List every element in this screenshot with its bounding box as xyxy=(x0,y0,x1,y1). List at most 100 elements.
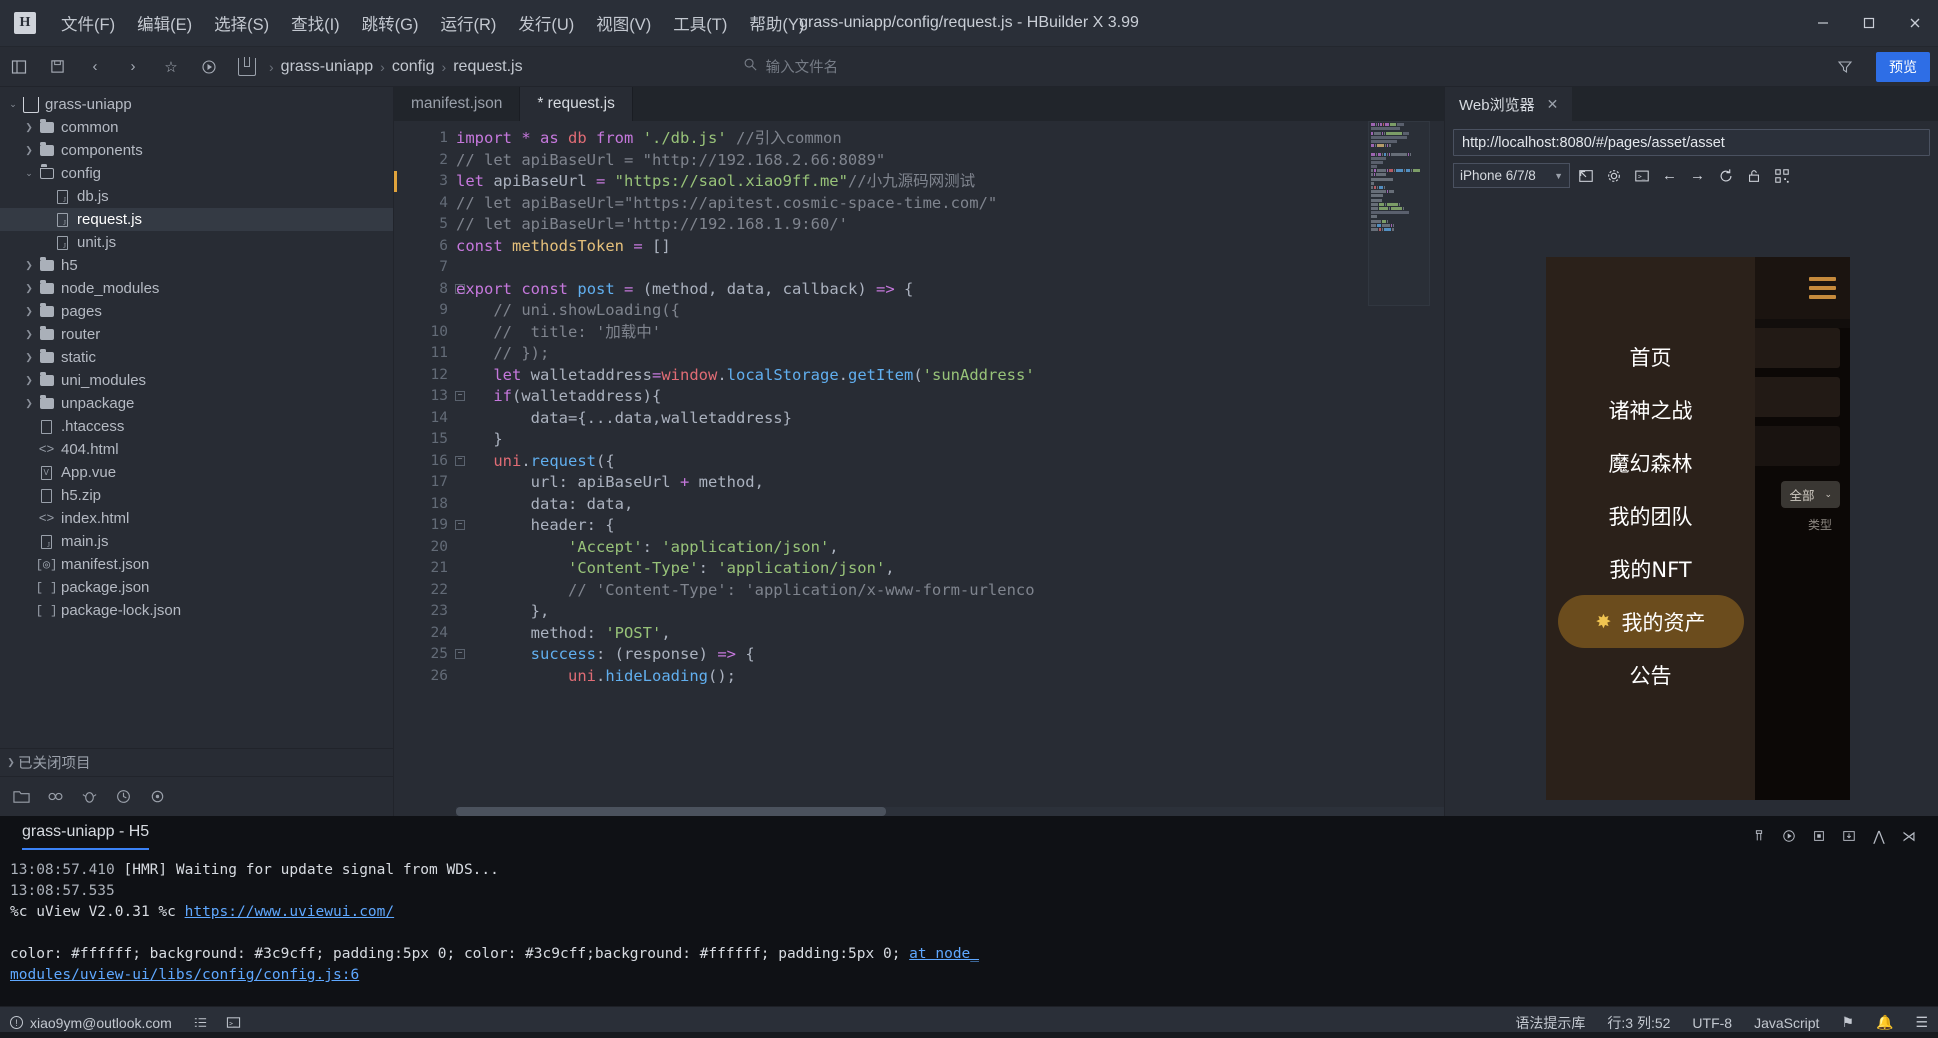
bell-icon[interactable]: 🔔 xyxy=(1876,1014,1893,1031)
filter-icon[interactable] xyxy=(1829,52,1861,82)
chevron-right-icon[interactable]: ❯ xyxy=(22,352,36,363)
drawer-item-4[interactable]: 我的NFT xyxy=(1558,542,1744,595)
chevron-right-icon[interactable]: ❯ xyxy=(22,283,36,294)
tree-item-router[interactable]: ❯router xyxy=(0,323,393,346)
file-language[interactable]: JavaScript xyxy=(1754,1015,1819,1031)
collapse-icon[interactable]: ⋀ xyxy=(1866,823,1892,849)
chevron-right-icon[interactable]: ❯ xyxy=(22,145,36,156)
chevron-right-icon[interactable]: ❯ xyxy=(22,122,36,133)
tree-item-h5-zip[interactable]: ❯h5.zip xyxy=(0,484,393,507)
menu-item-4[interactable]: 跳转(G) xyxy=(351,7,430,39)
reload-icon[interactable] xyxy=(1713,163,1738,188)
menu-item-1[interactable]: 编辑(E) xyxy=(126,7,203,39)
device-selector[interactable]: iPhone 6/7/8 ▼ xyxy=(1453,163,1570,188)
star-icon[interactable]: ☆ xyxy=(155,52,187,82)
tree-item-static[interactable]: ❯static xyxy=(0,346,393,369)
close-all-icon[interactable]: ⋊ xyxy=(1896,823,1922,849)
tree-item-index-html[interactable]: ❯<>index.html xyxy=(0,507,393,530)
flag-icon[interactable]: ⚑ xyxy=(1841,1014,1854,1031)
drawer-item-6[interactable]: 公告 xyxy=(1558,648,1744,701)
tree-item--htaccess[interactable]: ❯.htaccess xyxy=(0,415,393,438)
project-manager-icon[interactable] xyxy=(8,784,34,810)
chevron-down-icon[interactable]: ⌄ xyxy=(22,168,36,179)
cursor-position[interactable]: 行:3 列:52 xyxy=(1607,1013,1670,1033)
menu-item-6[interactable]: 发行(U) xyxy=(507,7,585,39)
close-icon[interactable]: ✕ xyxy=(1547,96,1559,113)
tree-item-app-vue[interactable]: ❯App.vue xyxy=(0,461,393,484)
tree-item-common[interactable]: ❯common xyxy=(0,116,393,139)
tree-item-node-modules[interactable]: ❯node_modules xyxy=(0,277,393,300)
tree-item-manifest-json[interactable]: ❯[◎]manifest.json xyxy=(0,553,393,576)
stop-icon[interactable] xyxy=(1806,823,1832,849)
tree-item-db-js[interactable]: ❯db.js xyxy=(0,185,393,208)
chevron-right-icon[interactable]: ❯ xyxy=(22,398,36,409)
menu-item-8[interactable]: 工具(T) xyxy=(662,7,738,39)
drawer-item-0[interactable]: 首页 xyxy=(1558,330,1744,383)
console-output[interactable]: 13:08:57.410 [HMR] Waiting for update si… xyxy=(0,856,1938,1006)
preview-button[interactable]: 预览 xyxy=(1876,52,1930,82)
breadcrumb-item-folder[interactable]: config xyxy=(392,58,435,76)
tree-item-unpackage[interactable]: ❯unpackage xyxy=(0,392,393,415)
history-icon[interactable] xyxy=(110,784,136,810)
tree-item-h5[interactable]: ❯h5 xyxy=(0,254,393,277)
code-editor[interactable]: 1234567891011121314151617181920212223242… xyxy=(394,121,1444,816)
console-link[interactable]: modules/uview-ui/libs/config/config.js:6 xyxy=(10,967,359,983)
editor-horizontal-scrollbar[interactable] xyxy=(456,807,1444,816)
popout-icon[interactable] xyxy=(1573,163,1598,188)
tree-item-uni-modules[interactable]: ❯uni_modules xyxy=(0,369,393,392)
chevron-right-icon[interactable]: ❯ xyxy=(22,260,36,271)
menu-item-0[interactable]: 文件(F) xyxy=(50,7,126,39)
drawer-item-2[interactable]: 魔幻森林 xyxy=(1558,436,1744,489)
tree-item-pages[interactable]: ❯pages xyxy=(0,300,393,323)
chevron-right-icon[interactable]: ❯ xyxy=(22,375,36,386)
tree-item-package-json[interactable]: ❯[ ]package.json xyxy=(0,576,393,599)
console-tab[interactable]: grass-uniapp - H5 xyxy=(22,823,149,850)
chevron-down-icon[interactable]: ⌄ xyxy=(6,99,20,110)
tree-item-components[interactable]: ❯components xyxy=(0,139,393,162)
closed-projects-row[interactable]: ❯ 已关闭项目 xyxy=(0,748,393,776)
console-link[interactable]: at node_ xyxy=(909,946,979,962)
syntax-hint-library[interactable]: 语法提示库 xyxy=(1515,1013,1585,1033)
menu-item-7[interactable]: 视图(V) xyxy=(585,7,662,39)
editor-tabs[interactable]: manifest.json* request.js xyxy=(394,87,1444,121)
scrollbar-thumb[interactable] xyxy=(456,807,886,816)
sidebar-toggle-icon[interactable] xyxy=(3,52,35,82)
tab-web-browser[interactable]: Web浏览器 ✕ xyxy=(1445,87,1572,121)
forward-icon[interactable]: → xyxy=(1685,163,1710,188)
close-button[interactable] xyxy=(1892,0,1938,47)
editor-tab-1[interactable]: * request.js xyxy=(520,87,633,121)
drawer-item-1[interactable]: 诸神之战 xyxy=(1558,383,1744,436)
hamburger-icon[interactable] xyxy=(1809,277,1836,299)
debug-icon[interactable] xyxy=(42,784,68,810)
tree-item-package-lock-json[interactable]: ❯[ ]package-lock.json xyxy=(0,599,393,622)
back-icon[interactable]: ← xyxy=(1657,163,1682,188)
qrcode-icon[interactable] xyxy=(1769,163,1794,188)
file-search[interactable]: 输入文件名 xyxy=(743,56,839,77)
tree-item-404-html[interactable]: ❯<>404.html xyxy=(0,438,393,461)
tree-item-config[interactable]: ⌄config xyxy=(0,162,393,185)
asset-filter-dropdown[interactable]: 全部 ⌄ xyxy=(1781,481,1840,508)
clear-icon[interactable] xyxy=(1746,823,1772,849)
code-minimap[interactable] xyxy=(1368,121,1430,306)
editor-tab-0[interactable]: manifest.json xyxy=(394,87,520,121)
bug-icon[interactable] xyxy=(76,784,102,810)
drawer-item-3[interactable]: 我的团队 xyxy=(1558,489,1744,542)
minimize-button[interactable] xyxy=(1800,0,1846,47)
settings-icon[interactable] xyxy=(1601,163,1626,188)
tree-item-grass-uniapp[interactable]: ⌄grass-uniapp xyxy=(0,93,393,116)
breadcrumb-item-project[interactable]: grass-uniapp xyxy=(281,58,374,76)
breadcrumb-item-file[interactable]: request.js xyxy=(453,58,522,76)
tree-item-main-js[interactable]: ❯main.js xyxy=(0,530,393,553)
export-icon[interactable] xyxy=(1836,823,1862,849)
code-content[interactable]: import * as db from './db.js' //引入common… xyxy=(456,121,1444,816)
account-status[interactable]: ! xiao9ym@outlook.com xyxy=(10,1015,172,1031)
save-icon[interactable] xyxy=(41,52,73,82)
menu-item-9[interactable]: 帮助(Y) xyxy=(738,7,815,39)
url-input[interactable] xyxy=(1453,129,1930,156)
chevron-right-icon[interactable]: ❯ xyxy=(22,329,36,340)
menu-item-2[interactable]: 选择(S) xyxy=(203,7,280,39)
menu-item-5[interactable]: 运行(R) xyxy=(429,7,507,39)
lock-icon[interactable] xyxy=(1741,163,1766,188)
maximize-button[interactable] xyxy=(1846,0,1892,47)
run-icon[interactable] xyxy=(193,52,225,82)
